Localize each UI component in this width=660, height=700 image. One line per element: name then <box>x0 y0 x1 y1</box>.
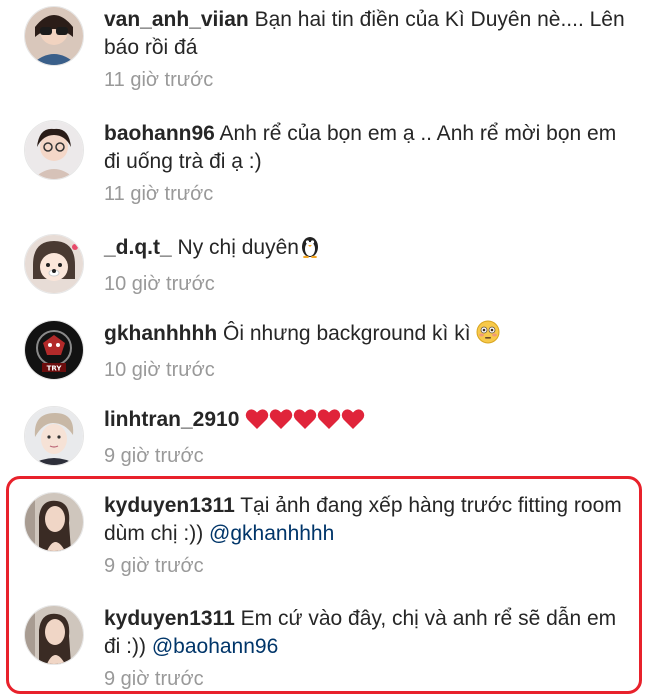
comment-timestamp: 10 giờ trước <box>104 359 215 381</box>
comment-timestamp: 9 giờ trước <box>104 668 204 690</box>
flushed-face-emoji-icon <box>476 320 500 352</box>
comment-username[interactable]: van_anh_viian <box>104 8 249 31</box>
avatar[interactable] <box>24 234 84 294</box>
red-heart-emoji-icon <box>245 408 269 438</box>
comment-timestamp: 9 giờ trước <box>104 555 204 577</box>
avatar[interactable]: TRY <box>24 320 84 380</box>
avatar[interactable] <box>24 6 84 66</box>
penguin-emoji-icon <box>299 234 321 266</box>
comment-username[interactable]: kyduyen1311 <box>104 607 235 630</box>
comment-timestamp: 9 giờ trước <box>104 445 204 467</box>
avatar[interactable] <box>24 605 84 665</box>
red-heart-emoji-icon <box>341 408 365 438</box>
comment-timestamp: 11 giờ trước <box>104 183 214 205</box>
avatar[interactable] <box>24 492 84 552</box>
comment-username[interactable]: _d.q.t_ <box>104 236 172 259</box>
red-heart-emoji-icon <box>317 408 341 438</box>
mention-link[interactable]: @gkhanhhhh <box>209 522 334 545</box>
comment-username[interactable]: kyduyen1311 <box>104 494 235 517</box>
red-heart-emoji-icon <box>269 408 293 438</box>
avatar[interactable] <box>24 120 84 180</box>
comment-username[interactable]: gkhanhhhh <box>104 322 217 345</box>
red-heart-emoji-icon <box>293 408 317 438</box>
comment-text: Ôi nhưng background kì kì <box>223 322 471 345</box>
comment-timestamp: 11 giờ trước <box>104 69 214 91</box>
svg-text:TRY: TRY <box>47 365 63 373</box>
comment-username[interactable]: linhtran_2910 <box>104 408 239 431</box>
mention-link[interactable]: @baohann96 <box>152 635 278 658</box>
avatar[interactable] <box>24 406 84 466</box>
comment-username[interactable]: baohann96 <box>104 122 215 145</box>
comment-timestamp: 10 giờ trước <box>104 273 215 295</box>
comment-text: Ny chị duyên <box>177 236 299 259</box>
